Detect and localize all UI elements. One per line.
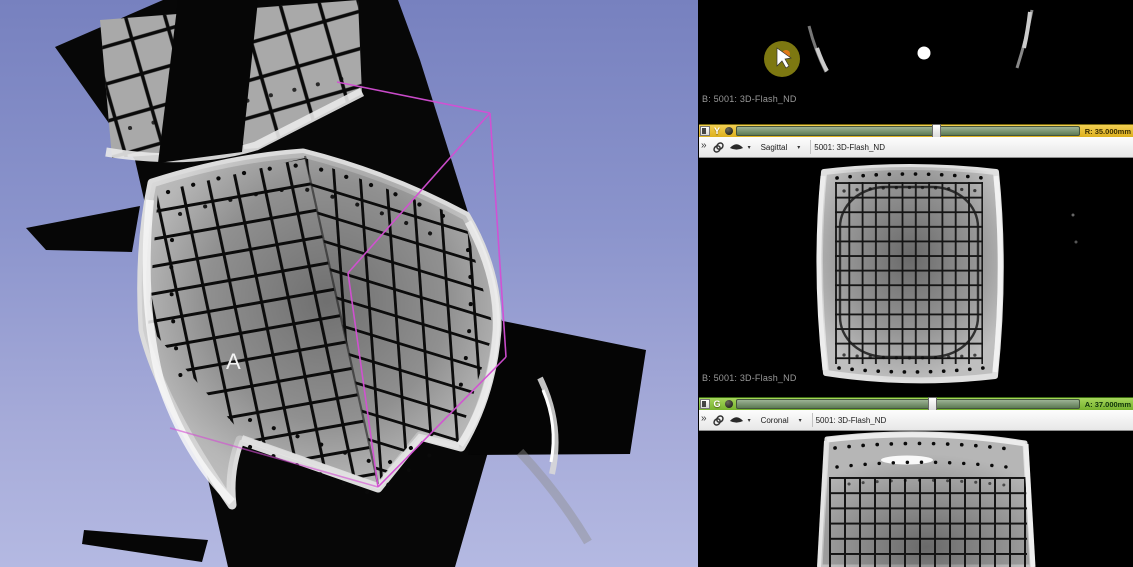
slice-offset-value: A: 37.000mm [1080, 400, 1133, 409]
sagittal-toolbar: » ▾ Sagittal ▾ 5001: 3D-Flas [699, 137, 1133, 158]
coronal-slice-slider-bar: G A: 37.000mm [699, 397, 1133, 410]
slice-controller-menu-button[interactable] [700, 399, 710, 409]
eye-icon [729, 142, 744, 152]
axial-slice-view[interactable]: B: 5001: 3D-Flash_ND [699, 0, 1133, 124]
coronal-toolbar: » ▾ Coronal ▾ 5001: 3D-Flash [699, 410, 1133, 431]
visibility-menu-caret-icon[interactable]: ▾ [746, 417, 753, 424]
slice-view-initial: Y [712, 126, 722, 136]
slice-controller-menu-button[interactable] [700, 126, 710, 136]
slice-offset-handle[interactable] [932, 124, 941, 138]
pin-icon[interactable]: » [699, 141, 710, 153]
mouse-pointer-highlight-icon [764, 41, 800, 77]
orientation-marker-a: A [226, 349, 241, 374]
slice-offset-value: R: 35.000mm [1080, 127, 1133, 136]
slice-views-panel: B: 5001: 3D-Flash_ND Y R: 35.000mm » [698, 0, 1133, 567]
pin-icon[interactable]: » [699, 414, 710, 426]
chain-link-icon [712, 414, 725, 427]
link-views-button[interactable] [710, 414, 727, 427]
axial-volume-label: B: 5001: 3D-Flash_ND [702, 94, 797, 104]
axial-slice-graphic [699, 0, 1133, 124]
visibility-button[interactable] [727, 415, 746, 425]
fiducial-dot [918, 47, 931, 60]
orientation-selector[interactable]: Sagittal ▾ [756, 143, 808, 152]
chevron-down-icon: ▾ [795, 144, 802, 151]
chevron-down-icon: ▾ [797, 417, 804, 424]
orientation-selector-value: Sagittal [761, 143, 788, 152]
sagittal-slice-view[interactable]: B: 5001: 3D-Flash_ND [699, 158, 1133, 397]
sagittal-volume-label: B: 5001: 3D-Flash_ND [702, 373, 797, 383]
slice-visibility-toggle[interactable] [725, 400, 733, 408]
link-views-button[interactable] [710, 141, 727, 154]
coronal-slice-graphic [699, 431, 1133, 567]
chain-link-icon [712, 141, 725, 154]
slice-visibility-toggle[interactable] [725, 127, 733, 135]
volume-selector[interactable]: 5001: 3D-Flash_ND [816, 416, 887, 425]
eye-icon [729, 415, 744, 425]
toolbar-separator [810, 140, 811, 154]
slice-view-initial: G [712, 399, 722, 409]
coronal-slice-view[interactable] [699, 431, 1133, 567]
visibility-button[interactable] [727, 142, 746, 152]
orientation-selector-value: Coronal [761, 416, 789, 425]
3d-viewport[interactable]: A [0, 0, 698, 567]
slicer-app: A B: 5001: 3D-Flash_ND Y [0, 0, 1133, 567]
sagittal-slice-slider-bar: Y R: 35.000mm [699, 124, 1133, 137]
toolbar-separator [812, 413, 813, 427]
slice-offset-slider[interactable] [736, 399, 1080, 409]
volume-selector[interactable]: 5001: 3D-Flash_ND [814, 143, 885, 152]
slice-offset-slider[interactable] [736, 126, 1080, 136]
slice-offset-handle[interactable] [928, 397, 937, 411]
visibility-menu-caret-icon[interactable]: ▾ [746, 144, 753, 151]
sagittal-slice-graphic [699, 158, 1133, 397]
3d-scene-graphic: A [0, 0, 698, 567]
orientation-selector[interactable]: Coronal ▾ [756, 416, 809, 425]
